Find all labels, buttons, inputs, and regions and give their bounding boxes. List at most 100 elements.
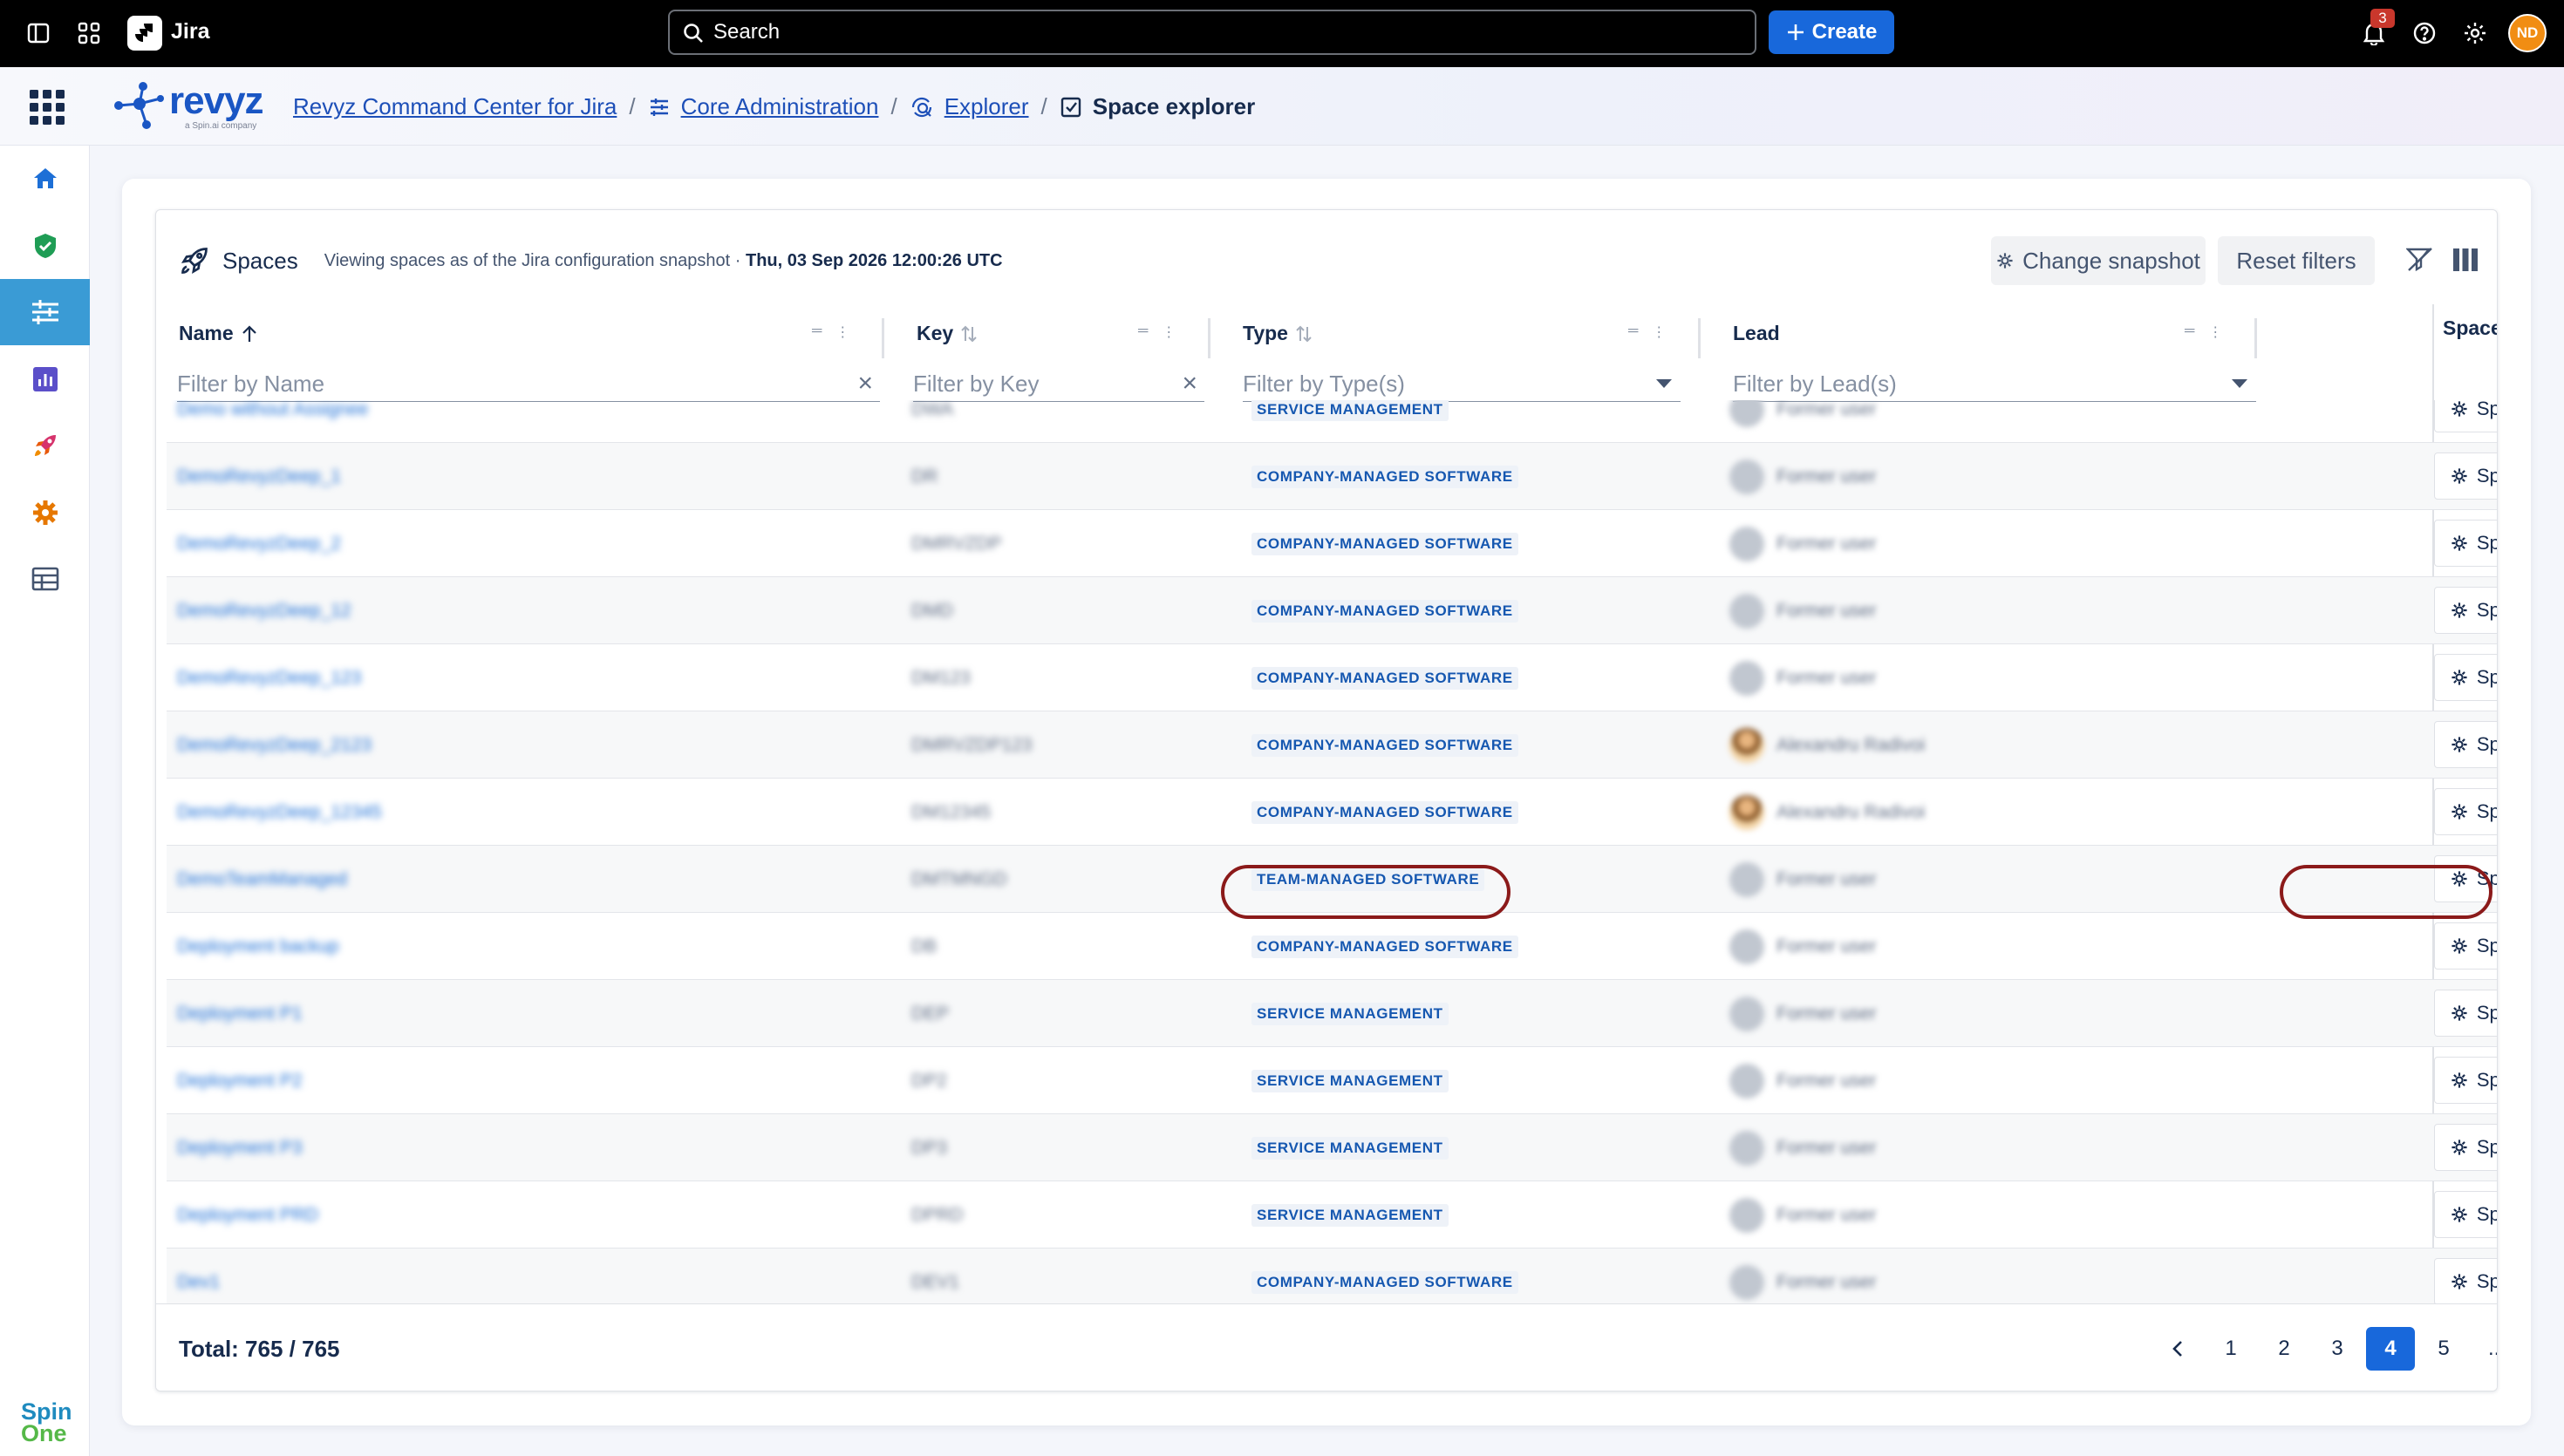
table-row[interactable]: Dev1 DEV1 COMPANY-MANAGED SOFTWARE Former u… — [167, 1248, 2497, 1303]
table-row[interactable]: DemoRevyzDeep_2123 DMRVZDP123 COMPANY-MANA… — [167, 711, 2497, 779]
space-name-link[interactable]: DemoRevyzDeep_2 — [177, 534, 341, 555]
nav-security[interactable] — [0, 213, 90, 279]
column-resizer[interactable] — [1698, 318, 1701, 358]
page-1-button[interactable]: 1 — [2206, 1327, 2255, 1371]
column-header-key[interactable]: Key — [917, 322, 978, 345]
column-menu-icon[interactable]: ⋮ — [1162, 323, 1176, 341]
space-settings-button[interactable]: Space settings — [2434, 654, 2497, 701]
breadcrumb-revyz-command-center[interactable]: Revyz Command Center for Jira — [293, 93, 617, 120]
space-name-link[interactable]: Deployment P2 — [177, 1071, 303, 1092]
space-name-link[interactable]: Dev1 — [177, 1272, 220, 1293]
previous-page-icon[interactable] — [2153, 1327, 2202, 1371]
space-name-link[interactable]: DemoRevyzDeep_12 — [177, 601, 351, 622]
space-settings-button[interactable]: Space settings — [2434, 788, 2497, 835]
table-row[interactable]: DemoRevyzDeep_1 DR COMPANY-MANAGED SOFTWAR… — [167, 443, 2497, 510]
space-name-link[interactable]: DemoRevyzDeep_123 — [177, 668, 361, 689]
table-row[interactable]: DemoRevyzDeep_12345 DM12345 COMPANY-MANAGE… — [167, 779, 2497, 846]
space-settings-button[interactable]: Space settings — [2434, 1124, 2497, 1171]
jira-logo-icon[interactable] — [127, 16, 162, 51]
search-input[interactable]: Search — [668, 10, 1756, 55]
space-name-link[interactable]: Deployment backup — [177, 936, 339, 957]
page-3-button[interactable]: 3 — [2313, 1327, 2362, 1371]
drag-handle-icon[interactable]: ═ — [812, 323, 822, 341]
reset-filters-button[interactable]: Reset filters — [2218, 236, 2375, 285]
column-header-name[interactable]: Name — [179, 322, 258, 345]
create-button[interactable]: Create — [1769, 10, 1894, 54]
page-2-button[interactable]: 2 — [2260, 1327, 2308, 1371]
page-4-button[interactable]: 4 — [2366, 1327, 2415, 1371]
user-avatar[interactable]: ND — [2508, 14, 2547, 52]
gear-icon — [2451, 670, 2467, 685]
table-row[interactable]: Deployment P3 DP3 SERVICE MANAGEMENT Former… — [167, 1114, 2497, 1181]
page-5-button[interactable]: 5 — [2419, 1327, 2468, 1371]
table-row[interactable]: DemoRevyzDeep_2 DMRVZDP COMPANY-MANAGED SO… — [167, 510, 2497, 577]
column-resizer[interactable] — [882, 318, 884, 358]
table-row[interactable]: Deployment backup DB COMPANY-MANAGED SOFTW… — [167, 913, 2497, 980]
breadcrumb-explorer[interactable]: Explorer — [944, 93, 1029, 120]
nav-deployments[interactable] — [0, 412, 90, 479]
space-name-link[interactable]: DemoRevyzDeep_12345 — [177, 802, 382, 823]
revyz-logo[interactable]: revyz a Spin.ai company — [108, 79, 265, 133]
space-settings-button[interactable]: Space settings — [2434, 400, 2497, 432]
settings-gear-icon[interactable] — [2461, 19, 2489, 47]
nav-home[interactable] — [0, 146, 90, 212]
clear-icon[interactable]: × — [857, 369, 873, 398]
clear-icon[interactable]: × — [1182, 369, 1197, 398]
space-settings-button[interactable]: Space settings — [2434, 922, 2497, 970]
space-name-link[interactable]: Demo without Assignee — [177, 400, 368, 420]
column-resizer[interactable] — [2254, 318, 2257, 358]
space-name-link[interactable]: Deployment PRD — [177, 1205, 318, 1226]
table-row[interactable]: DemoRevyzDeep_123 DM123 COMPANY-MANAGED SO… — [167, 644, 2497, 711]
column-resizer[interactable] — [1208, 318, 1210, 358]
nav-settings[interactable] — [0, 480, 90, 546]
space-settings-button[interactable]: Space settings — [2434, 1258, 2497, 1303]
change-snapshot-button[interactable]: Change snapshot — [1991, 236, 2206, 285]
space-name-link[interactable]: Deployment P1 — [177, 1004, 303, 1024]
table-row[interactable]: Demo without Assignee DWA SERVICE MANAGEME… — [167, 400, 2497, 443]
key-filter-input[interactable]: Filter by Key × — [913, 369, 1204, 402]
gear-icon — [2451, 1274, 2467, 1289]
space-settings-button[interactable]: Space settings — [2434, 587, 2497, 634]
column-menu-icon[interactable]: ⋮ — [835, 323, 849, 341]
space-settings-button[interactable]: Space settings — [2434, 1057, 2497, 1104]
breadcrumb-core-administration[interactable]: Core Administration — [681, 93, 879, 120]
space-settings-button[interactable]: Space settings — [2434, 1191, 2497, 1238]
space-type-tag: COMPANY-MANAGED SOFTWARE — [1251, 935, 1518, 958]
type-filter-select[interactable]: Filter by Type(s) — [1243, 371, 1681, 402]
drag-handle-icon[interactable]: ═ — [1628, 323, 1638, 341]
table-row[interactable]: Deployment PRD DPRD SERVICE MANAGEMENT Form… — [167, 1181, 2497, 1248]
space-name-link[interactable]: DemoRevyzDeep_2123 — [177, 735, 372, 756]
column-menu-icon[interactable]: ⋮ — [1652, 323, 1666, 341]
table-row[interactable]: Deployment P2 DP2 SERVICE MANAGEMENT Former… — [167, 1047, 2497, 1114]
space-settings-button[interactable]: Space settings — [2434, 990, 2497, 1037]
app-name[interactable]: Jira — [171, 19, 209, 44]
search-icon — [684, 24, 703, 43]
column-menu-icon[interactable]: ⋮ — [2208, 323, 2222, 341]
space-settings-button[interactable]: Space settings — [2434, 452, 2497, 500]
space-settings-button[interactable]: Space settings — [2434, 520, 2497, 567]
space-name-link[interactable]: DemoRevyzDeep_1 — [177, 466, 341, 487]
lead-filter-select[interactable]: Filter by Lead(s) — [1733, 371, 2256, 402]
lead-avatar — [1729, 929, 1764, 964]
nav-administration[interactable] — [0, 279, 90, 345]
nav-tables[interactable] — [0, 546, 90, 612]
space-name-link[interactable]: DemoTeamManaged — [177, 869, 347, 890]
columns-icon[interactable] — [2453, 248, 2478, 276]
column-header-type[interactable]: Type — [1243, 322, 1313, 345]
sidebar-toggle-icon[interactable] — [24, 19, 52, 47]
app-switcher-icon[interactable] — [75, 19, 103, 47]
table-row[interactable]: Deployment P1 DEP SERVICE MANAGEMENT Former… — [167, 980, 2497, 1047]
column-header-lead[interactable]: Lead — [1733, 322, 1780, 345]
space-settings-button[interactable]: Space settings — [2434, 721, 2497, 768]
apps-grid-icon[interactable] — [30, 90, 65, 129]
lead-name: Alexandru Radivoi — [1776, 734, 1926, 755]
clear-filter-icon[interactable] — [2405, 247, 2434, 277]
drag-handle-icon[interactable]: ═ — [1138, 323, 1148, 341]
drag-handle-icon[interactable]: ═ — [2185, 323, 2194, 341]
nav-reports[interactable] — [0, 346, 90, 412]
name-filter-input[interactable]: Filter by Name × — [177, 369, 880, 402]
space-name-link[interactable]: Deployment P3 — [177, 1138, 303, 1159]
table-row[interactable]: DemoRevyzDeep_12 DMD COMPANY-MANAGED SOFTW… — [167, 577, 2497, 644]
space-settings-label: Space settings — [2476, 1270, 2497, 1292]
help-icon[interactable] — [2411, 19, 2438, 47]
